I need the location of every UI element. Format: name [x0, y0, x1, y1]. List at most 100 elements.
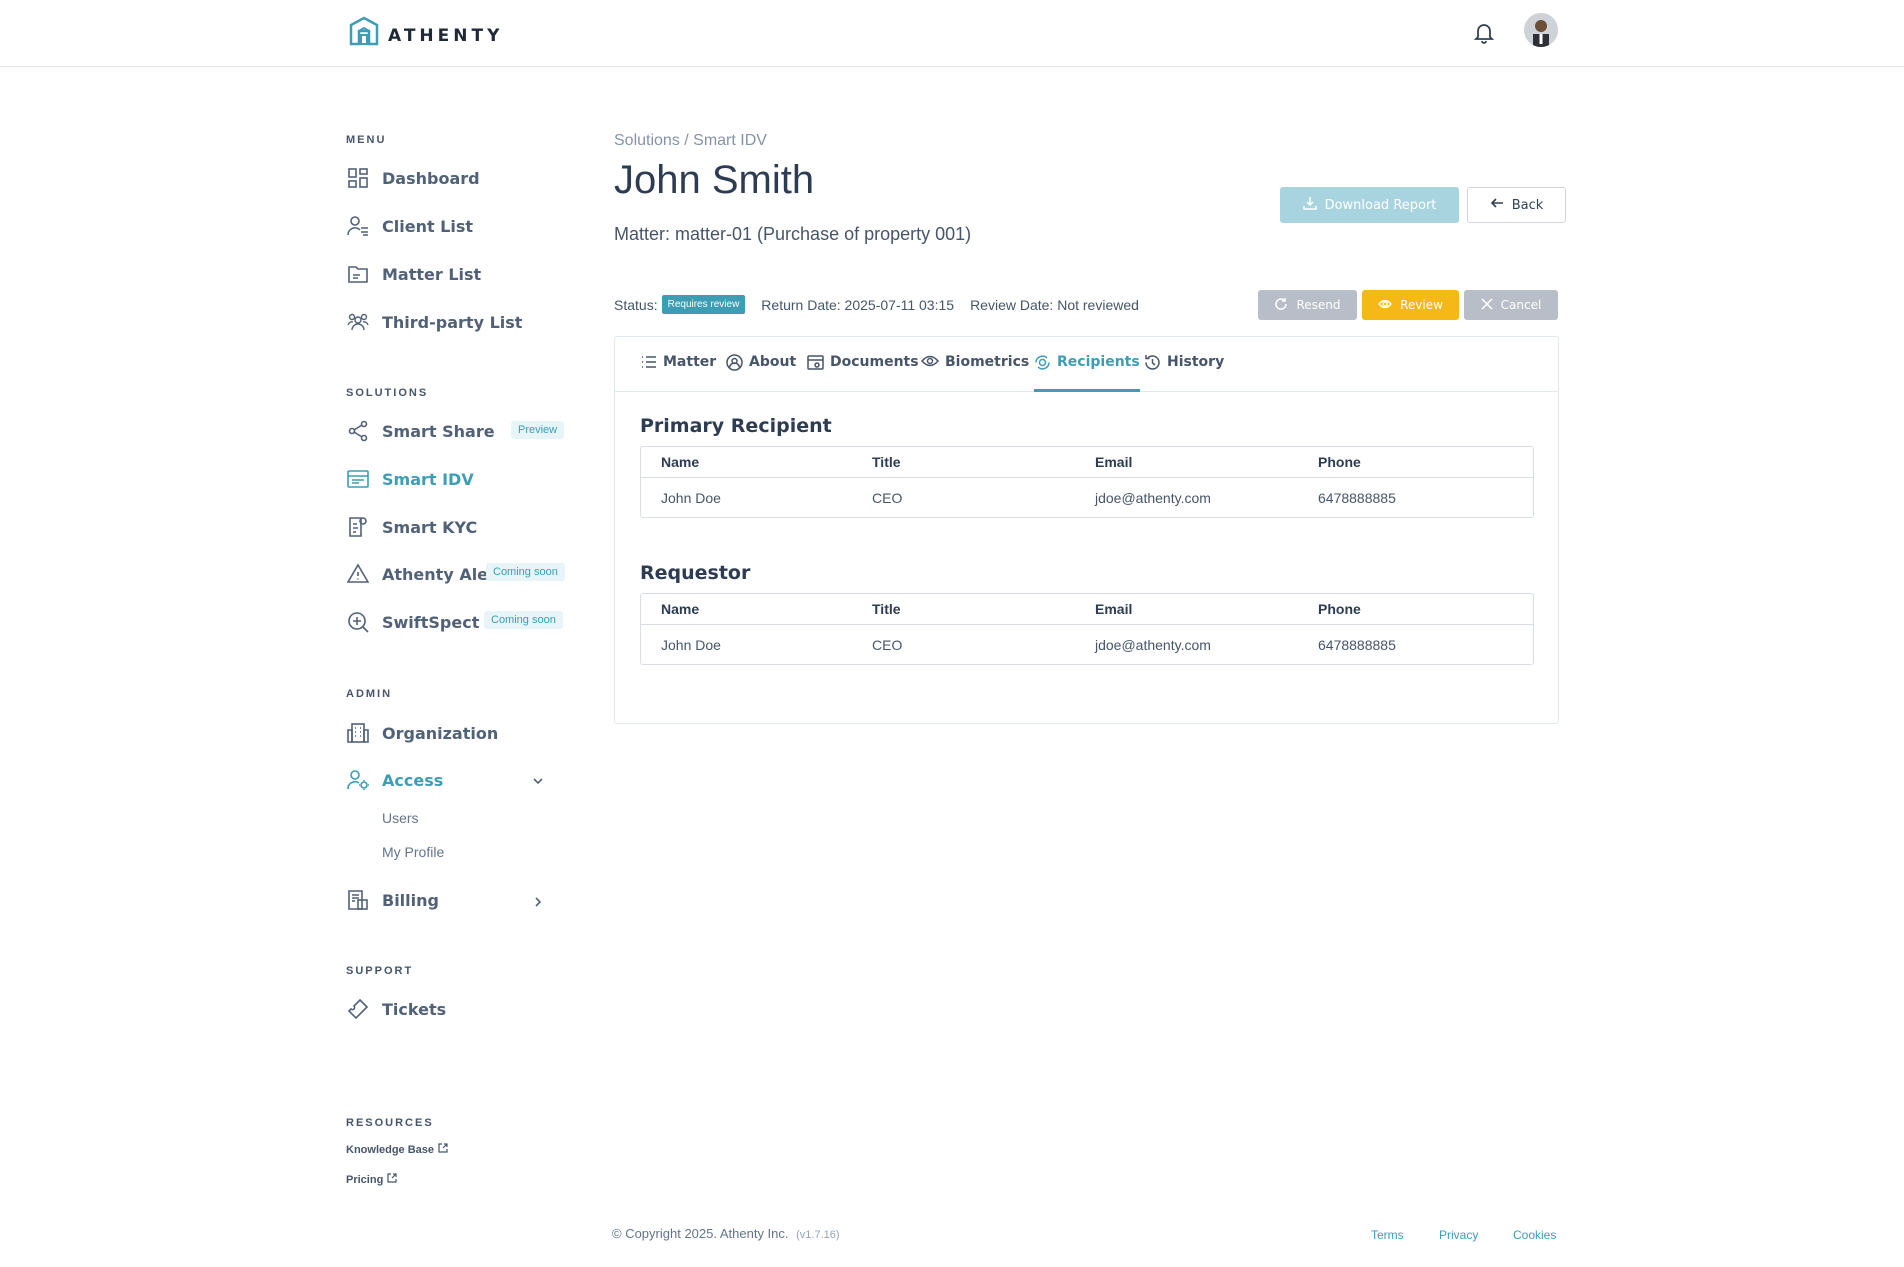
cell-phone: 6478888885: [1318, 489, 1396, 506]
download-report-button[interactable]: Download Report: [1280, 187, 1459, 223]
share-icon: [346, 419, 370, 443]
sidebar-item-label: Organization: [382, 723, 499, 743]
eye-icon: [1378, 298, 1393, 313]
sidebar-item-smart-idv[interactable]: Smart IDV: [346, 465, 474, 493]
column-header-name: Name: [661, 601, 700, 617]
link-label: Knowledge Base: [346, 1143, 435, 1156]
tab-matter[interactable]: Matter: [641, 354, 716, 392]
footer-copyright: © Copyright 2025. Athenty Inc. (v1.7.16): [612, 1226, 840, 1241]
sidebar-item-matter-list[interactable]: Matter List: [346, 260, 481, 288]
status-badge: Requires review: [661, 295, 746, 314]
resources-section-title: RESOURCES: [346, 1117, 434, 1129]
button-label: Review: [1400, 298, 1443, 312]
grid-icon: [346, 166, 370, 190]
primary-recipient-heading: Primary Recipient: [640, 415, 832, 437]
top-header: ATHENTY: [0, 0, 1904, 67]
sidebar-item-label: Third-party List: [382, 312, 523, 332]
coming-soon-badge: Coming soon: [486, 563, 565, 581]
close-icon: [1481, 297, 1493, 313]
refresh-icon: [1274, 297, 1288, 314]
sidebar-item-billing[interactable]: Billing: [346, 886, 546, 914]
cookies-link[interactable]: Cookies: [1513, 1228, 1556, 1242]
tab-recipients[interactable]: Recipients: [1034, 354, 1140, 392]
external-link-icon: [438, 1143, 448, 1156]
sidebar-item-smart-share[interactable]: Smart Share: [346, 417, 495, 445]
invoice-icon: [346, 888, 370, 912]
button-label: Cancel: [1500, 298, 1542, 312]
arrow-left-icon: [1490, 196, 1504, 214]
review-button[interactable]: Review: [1362, 290, 1459, 320]
sidebar-item-label: SwiftSpect: [382, 612, 480, 632]
solutions-section-title: SOLUTIONS: [346, 387, 429, 399]
table-row[interactable]: John Doe CEO jdoe@athenty.com 6478888885: [641, 478, 1533, 517]
sidebar-item-dashboard[interactable]: Dashboard: [346, 164, 480, 192]
user-list-icon: [346, 214, 370, 238]
preview-badge: Preview: [511, 421, 565, 439]
terms-link[interactable]: Terms: [1371, 1228, 1404, 1242]
sidebar-item-label: Tickets: [382, 999, 447, 1019]
column-header-email: Email: [1095, 601, 1133, 617]
user-gear-icon: [346, 768, 370, 792]
history-icon: [1144, 354, 1161, 375]
tab-documents[interactable]: Documents: [807, 354, 919, 392]
tab-about[interactable]: About: [726, 354, 796, 392]
sidebar-item-client-list[interactable]: Client List: [346, 212, 473, 240]
bell-icon[interactable]: [1473, 21, 1495, 50]
sidebar-item-access[interactable]: Access: [346, 766, 546, 794]
sidebar-subitem-users[interactable]: Users: [382, 810, 419, 826]
resend-button[interactable]: Resend: [1258, 290, 1357, 320]
menu-section-title: MENU: [346, 134, 387, 146]
admin-section-title: ADMIN: [346, 688, 393, 700]
user-circle-icon: [726, 354, 743, 375]
cell-name: John Doe: [661, 636, 721, 653]
chevron-down-icon: [532, 772, 544, 791]
external-link-icon: [387, 1173, 397, 1186]
sidebar-item-third-party-list[interactable]: Third-party List: [346, 308, 522, 336]
tab-biometrics[interactable]: Biometrics: [920, 354, 1029, 392]
return-date: Return Date: 2025-07-11 03:15: [761, 296, 955, 313]
table-row[interactable]: John Doe CEO jdoe@athenty.com 6478888885: [641, 625, 1533, 664]
id-card-icon: [346, 467, 370, 491]
sidebar-item-label: Billing: [382, 890, 439, 910]
pricing-link[interactable]: Pricing: [346, 1173, 397, 1186]
cell-title: CEO: [872, 489, 903, 506]
button-label: Resend: [1296, 298, 1341, 312]
sidebar-item-athenty-alert[interactable]: Athenty Alert: [346, 560, 504, 588]
page-title: John Smith: [614, 158, 815, 202]
folder-icon: [346, 262, 370, 286]
ticket-icon: [346, 997, 370, 1021]
back-button[interactable]: Back: [1467, 187, 1566, 223]
brand-logo[interactable]: ATHENTY: [348, 16, 503, 55]
sidebar-item-swiftspect[interactable]: SwiftSpect: [346, 608, 479, 636]
column-header-title: Title: [872, 601, 901, 617]
sidebar-item-label: Smart Share: [382, 421, 495, 441]
cell-title: CEO: [872, 636, 903, 653]
requestor-table: Name Title Email Phone John Doe CEO jdoe…: [640, 593, 1534, 665]
privacy-link[interactable]: Privacy: [1439, 1228, 1478, 1242]
sidebar-item-smart-kyc[interactable]: Smart KYC: [346, 513, 477, 541]
tab-label: Recipients: [1057, 354, 1140, 370]
sidebar-item-tickets[interactable]: Tickets: [346, 995, 446, 1023]
sidebar-item-organization[interactable]: Organization: [346, 719, 498, 747]
column-header-phone: Phone: [1318, 454, 1361, 470]
coming-soon-badge: Coming soon: [484, 611, 563, 629]
review-date: Review Date: Not reviewed: [970, 296, 1139, 313]
tab-label: History: [1167, 354, 1225, 370]
cell-email: jdoe@athenty.com: [1095, 636, 1211, 653]
column-header-title: Title: [872, 454, 901, 470]
detail-panel: Matter About Documents Biometrics Recipi…: [614, 336, 1559, 724]
knowledge-base-link[interactable]: Knowledge Base: [346, 1143, 448, 1156]
tab-history[interactable]: History: [1144, 354, 1224, 392]
list-icon: [641, 354, 657, 374]
eye-icon: [920, 354, 940, 372]
copyright-text: © Copyright 2025. Athenty Inc.: [612, 1226, 789, 1241]
sidebar-item-label: Dashboard: [382, 168, 480, 188]
table-header: Name Title Email Phone: [641, 447, 1533, 478]
sidebar-item-label: Smart IDV: [382, 469, 474, 489]
avatar[interactable]: [1524, 13, 1558, 47]
group-icon: [346, 310, 370, 334]
breadcrumb[interactable]: Solutions / Smart IDV: [614, 132, 767, 150]
tab-label: Matter: [663, 354, 717, 370]
cancel-button[interactable]: Cancel: [1464, 290, 1558, 320]
sidebar-subitem-my-profile[interactable]: My Profile: [382, 844, 444, 860]
